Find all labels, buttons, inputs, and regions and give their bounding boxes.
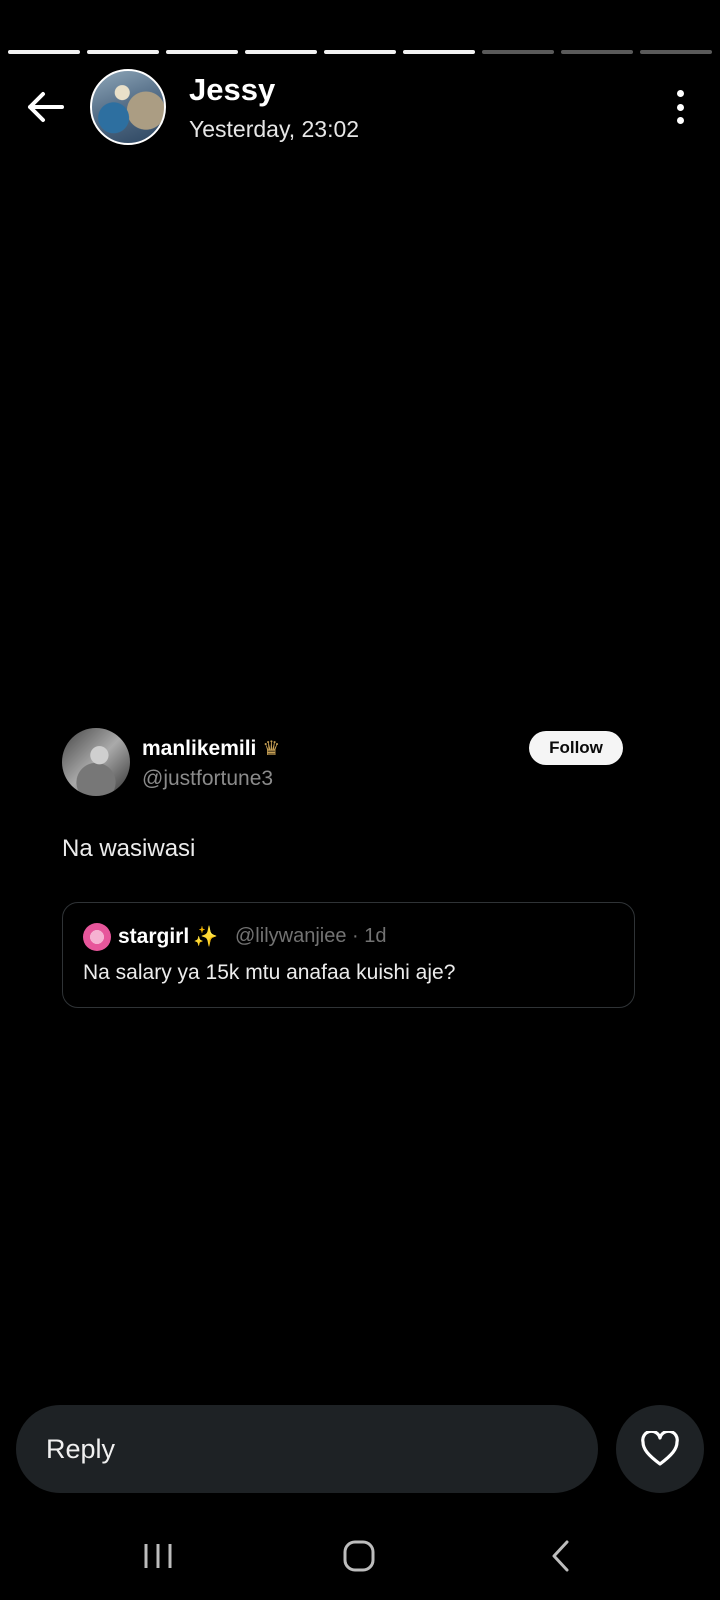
back-icon — [552, 1540, 569, 1572]
progress-segment — [166, 50, 238, 54]
reply-input[interactable]: Reply — [16, 1405, 598, 1493]
tweet-author-avatar — [62, 728, 130, 796]
back-button[interactable] — [22, 88, 68, 126]
story-author-name[interactable]: Jessy — [189, 72, 275, 108]
quote-author-name-row: stargirl ✨ — [118, 924, 218, 949]
story-progress-bar — [8, 50, 712, 54]
progress-segment — [8, 50, 80, 54]
progress-segment — [87, 50, 159, 54]
reply-placeholder: Reply — [46, 1433, 116, 1464]
tweet-author-name: manlikemili — [142, 736, 257, 760]
quote-author-name: stargirl — [118, 924, 190, 948]
home-button[interactable] — [329, 1532, 389, 1580]
tweet-text: Na wasiwasi — [62, 835, 196, 862]
heart-icon — [641, 1431, 679, 1466]
more-options-button[interactable] — [670, 90, 690, 124]
recents-button[interactable] — [128, 1532, 188, 1580]
tweet-author-name-row: manlikemili ♛ — [142, 736, 280, 761]
home-icon — [343, 1540, 375, 1572]
system-navigation-bar — [0, 1510, 720, 1600]
quote-handle-meta: @lilywanjiee · 1d — [235, 925, 387, 947]
sparkles-icon: ✨ — [193, 926, 219, 948]
progress-segment — [324, 50, 396, 54]
crown-icon: ♛ — [262, 738, 281, 760]
story-viewer: Jessy Yesterday, 23:02 manlikemili ♛ @ju… — [0, 0, 720, 1600]
quote-author-avatar — [83, 923, 111, 951]
story-timestamp: Yesterday, 23:02 — [189, 116, 360, 142]
follow-button: Follow — [529, 731, 623, 765]
system-back-button[interactable] — [530, 1532, 590, 1580]
progress-segment — [403, 50, 475, 54]
more-vertical-icon — [676, 90, 684, 97]
arrow-left-icon — [28, 92, 64, 122]
progress-segment — [245, 50, 317, 54]
progress-segment — [482, 50, 554, 54]
like-button[interactable] — [616, 1405, 704, 1493]
story-author-avatar[interactable] — [90, 69, 166, 145]
tweet-author-handle: @justfortune3 — [142, 767, 274, 790]
progress-segment — [561, 50, 633, 54]
story-header: Jessy Yesterday, 23:02 — [0, 66, 720, 146]
quote-text: Na salary ya 15k mtu anafaa kuishi aje? — [83, 961, 456, 984]
quoted-tweet: stargirl ✨ @lilywanjiee · 1d Na salary y… — [62, 902, 635, 1008]
progress-segment — [640, 50, 712, 54]
recents-icon — [144, 1544, 172, 1568]
